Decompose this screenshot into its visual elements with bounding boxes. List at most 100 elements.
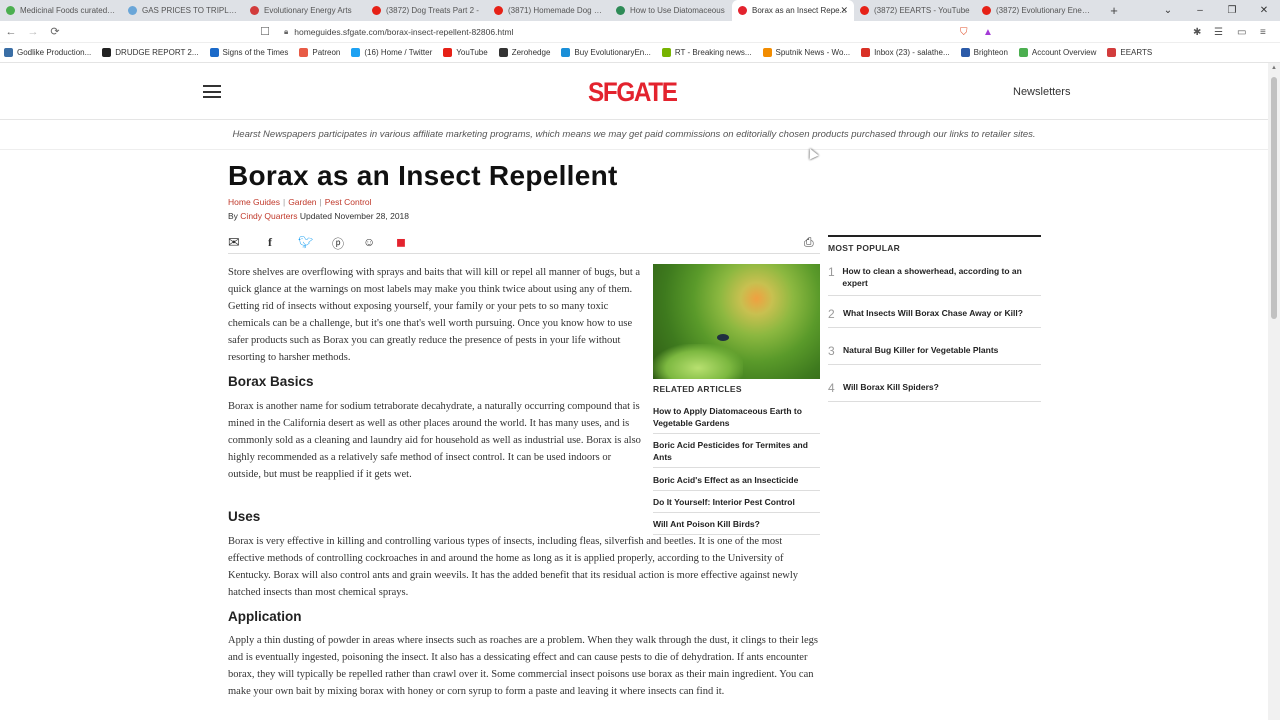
related-articles-heading: RELATED ARTICLES [653,384,742,394]
tab-title: (3872) Dog Treats Part 2 - [386,6,479,15]
url-text[interactable]: homeguides.sfgate.com/borax-insect-repel… [294,27,513,37]
bookmark-label: RT - Breaking news... [674,48,752,57]
twitter-icon[interactable]: 🐦︎ [298,235,313,249]
bookmark-item[interactable]: Brighteon [960,48,1008,57]
bookmark-item[interactable]: Patreon [299,48,340,57]
browser-tab[interactable]: (3872) Dog Treats Part 2 - [366,0,488,21]
popular-link[interactable]: What Insects Will Borax Chase Away or Ki… [843,307,1023,319]
bookmark-favicon-icon [1107,48,1117,57]
most-popular-heading: MOST POPULAR [828,243,901,253]
window-controls: ⌄ – ❐ ✕ [1152,0,1280,21]
browser-tab[interactable]: Evolutionary Energy Arts [244,0,366,21]
tab-title: Medicinal Foods curated by... [20,6,116,15]
reddit-icon[interactable]: ☺ [363,235,375,249]
bookmark-item[interactable]: Account Overview [1018,48,1096,57]
tab-title: (3872) EEARTS - YouTube [874,6,970,15]
popular-link[interactable]: Will Borax Kill Spiders? [843,381,939,393]
tab-title: (3872) Evolutionary Energ... [996,6,1092,15]
scrollbar-thumb[interactable] [1271,77,1277,319]
reading-list-icon[interactable]: ☰ [1214,21,1223,43]
bookmark-item[interactable]: RT - Breaking news... [661,48,752,57]
browser-tab[interactable]: Medicinal Foods curated by... [0,0,122,21]
scroll-up-icon[interactable]: ▲ [1271,65,1277,71]
related-article-link[interactable]: How to Apply Diatomaceous Earth to Veget… [653,405,820,434]
popular-item[interactable]: 4 Will Borax Kill Spiders? [828,381,1041,402]
author-link[interactable]: Cindy Quarters [240,211,297,221]
tab-title: How to Use Diatomaceous [630,6,725,15]
tab-search-chevron-icon[interactable]: ⌄ [1152,5,1184,16]
bookmark-item[interactable]: Godlike Production... [4,48,91,57]
menu-icon[interactable]: ≡ [1260,21,1266,43]
popular-item[interactable]: 2 What Insects Will Borax Chase Away or … [828,307,1041,328]
bookmark-favicon-icon [299,48,309,57]
close-tab-icon[interactable]: ✕ [840,5,848,16]
browser-tab[interactable]: How to Use Diatomaceous [610,0,732,21]
breadcrumb-garden[interactable]: Garden [288,197,316,207]
bookmark-page-icon[interactable]: ☐ [254,25,276,38]
tab-favicon-icon [128,6,137,15]
new-tab-button[interactable]: + [1104,3,1124,18]
browser-tab[interactable]: (3872) EEARTS - YouTube [854,0,976,21]
bookmark-favicon-icon [561,48,571,57]
back-icon[interactable]: ← [0,26,22,38]
bookmark-favicon-icon [960,48,970,57]
share-bar: ✉ f 🐦︎ ⓟ ☺ ◼ ⎙ [228,234,820,254]
newsletters-link[interactable]: Newsletters [1013,86,1070,98]
bookmark-label: Patreon [312,48,341,57]
brave-rewards-icon[interactable]: ▲ [983,21,993,43]
bookmark-favicon-icon [102,48,112,57]
popular-item[interactable]: 3 Natural Bug Killer for Vegetable Plant… [828,344,1041,365]
minimize-button[interactable]: – [1184,5,1216,16]
lock-icon: 🔒︎ [284,27,289,36]
tab-favicon-icon [860,6,869,15]
popular-link[interactable]: How to clean a showerhead, according to … [842,265,1041,289]
bookmark-item[interactable]: DRUDGE REPORT 2... [102,48,199,57]
breadcrumb-pest-control[interactable]: Pest Control [325,197,372,207]
page-scrollbar[interactable]: ▲ [1268,63,1280,720]
related-article-link[interactable]: Will Ant Poison Kill Birds? [653,518,820,535]
bookmark-item[interactable]: Signs of the Times [209,48,288,57]
popular-link[interactable]: Natural Bug Killer for Vegetable Plants [843,344,998,356]
breadcrumb: Home Guides | Garden | Pest Control [228,197,372,207]
bookmark-item[interactable]: Sputnik News - Wo... [762,48,850,57]
browser-tab[interactable]: (3872) Evolutionary Energ... [976,0,1098,21]
facebook-icon[interactable]: f [268,235,272,250]
close-window-button[interactable]: ✕ [1248,5,1280,16]
bookmark-item[interactable]: Inbox (23) - salathe... [861,48,950,57]
brave-shield-icon[interactable]: ⛉ [960,21,968,43]
maximize-button[interactable]: ❐ [1216,5,1248,16]
related-article-link[interactable]: Do It Yourself: Interior Pest Control [653,496,820,513]
related-article-link[interactable]: Boric Acid Pesticides for Termites and A… [653,439,820,468]
extensions-icon[interactable]: ✱ [1193,21,1201,43]
browser-tab[interactable]: GAS PRICES TO TRIPLE?! [122,0,244,21]
tab-favicon-icon [372,6,381,15]
section-text-borax-basics: Borax is another name for sodium tetrabo… [228,401,641,480]
bookmark-item[interactable]: YouTube [443,48,488,57]
omnibox[interactable]: 🔒︎ homeguides.sfgate.com/borax-insect-re… [280,23,974,41]
browser-tab[interactable]: Borax as an Insect Repe... ✕ [732,0,854,21]
article-title: Borax as an Insect Repellent [228,160,618,191]
hamburger-menu-icon[interactable] [203,85,221,98]
pinterest-icon[interactable]: ⓟ [332,235,344,252]
bookmark-item[interactable]: (16) Home / Twitter [351,48,432,57]
sfgate-logo[interactable]: SFGATE [588,77,678,108]
article-intro: Store shelves are overflowing with spray… [228,267,641,363]
flipboard-icon[interactable]: ◼ [396,235,406,249]
article-hero-image [653,264,820,379]
byline-prefix: By [228,211,238,221]
forward-icon[interactable]: → [22,26,44,38]
related-article-link[interactable]: Boric Acid's Effect as an Insecticide [653,474,820,491]
reload-icon[interactable]: ⟳ [44,25,66,38]
breadcrumb-home-guides[interactable]: Home Guides [228,197,280,207]
tab-favicon-icon [616,6,625,15]
bookmark-favicon-icon [661,48,671,57]
browser-tab[interactable]: (3871) Homemade Dog Su... [488,0,610,21]
bookmark-item[interactable]: Zerohedge [498,48,550,57]
sidebar-icon[interactable]: ▭ [1237,21,1246,43]
popular-item[interactable]: 1 How to clean a showerhead, according t… [828,265,1041,296]
bookmark-item[interactable]: EEARTS [1107,48,1152,57]
bookmark-item[interactable]: Buy EvolutionaryEn... [561,48,651,57]
email-icon[interactable]: ✉ [228,234,240,251]
print-icon[interactable]: ⎙ [804,235,814,250]
bookmark-favicon-icon [498,48,508,57]
